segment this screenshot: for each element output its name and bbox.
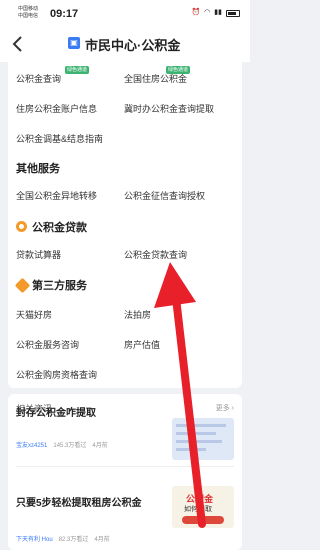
alarm-icon: ⏰ — [191, 9, 201, 16]
thumb-subtitle: 如何提取 — [184, 506, 212, 513]
service-property-valuation[interactable]: 房产估值 — [124, 338, 160, 351]
service-jishiban-query[interactable]: 冀时办公积金查询提取 — [124, 102, 214, 115]
service-consult[interactable]: 公积金服务咨询 — [16, 338, 79, 351]
app-logo-icon: ▣ — [68, 37, 80, 49]
status-icons: ⏰ ◠ ▮▮ — [191, 9, 240, 17]
news-time: 4月前 — [94, 537, 110, 543]
nav-bar: ▣ 市民中心·公积金 — [0, 26, 250, 62]
services-card: 公积金查询 绿色通道 全国住房公积金 绿色通道 住房公积金账户信息 冀时办公积金… — [8, 62, 242, 388]
service-adjust-guide[interactable]: 公积金调基&结息指南 — [16, 132, 103, 145]
battery-icon — [226, 9, 240, 17]
section-loan: 公积金贷款 — [32, 222, 87, 234]
section-other-services: 其他服务 — [16, 163, 60, 175]
news-author: 宝友xz4251 — [16, 443, 48, 449]
loan-icon — [16, 221, 27, 232]
service-loan-calculator[interactable]: 贷款试算器 — [16, 248, 61, 261]
carrier-2: 中国电信 — [18, 13, 39, 19]
news-item-1-thumbnail[interactable] — [172, 418, 234, 460]
more-label: 更多 — [215, 405, 230, 412]
service-remote-transfer[interactable]: 全国公积金异地转移 — [16, 189, 97, 202]
signal-icon: ▮▮ — [214, 9, 222, 16]
news-author: 下天有利 Hou — [16, 537, 53, 543]
carrier-info: 中国移动 中国电信 — [18, 6, 38, 20]
news-item-2-title[interactable]: 只要5步轻松提取租房公积金 — [16, 494, 142, 509]
section-third-party: 第三方服务 — [32, 280, 87, 292]
news-divider — [16, 466, 234, 467]
service-purchase-eligibility[interactable]: 公积金购房资格查询 — [16, 368, 97, 381]
wifi-icon: ◠ — [204, 9, 211, 16]
service-credit-auth[interactable]: 公积金征信查询授权 — [124, 189, 205, 202]
service-loan-query[interactable]: 公积金贷款查询 — [124, 248, 187, 261]
news-views: 82.3万看过 — [58, 537, 89, 543]
chevron-right-icon: › — [231, 405, 234, 412]
more-link[interactable]: 更多 › — [216, 403, 234, 413]
news-item-2-meta: 下天有利 Hou 82.3万看过 4月前 — [16, 534, 110, 543]
news-card: 相关资讯 更多 › 封存公积金咋提取 宝友xz4251 145.3万看过 4月前… — [8, 394, 242, 550]
service-label: 全国住房公积金 — [124, 74, 188, 84]
chevron-left-icon[interactable] — [10, 33, 26, 55]
third-party-icon — [14, 277, 31, 294]
clock: 09:17 — [50, 8, 79, 20]
green-channel-badge: 绿色通道 — [65, 66, 90, 74]
service-account-info[interactable]: 住房公积金账户信息 — [16, 102, 97, 115]
service-tmall-house[interactable]: 天猫好房 — [16, 308, 52, 321]
news-item-2-thumbnail[interactable]: 公积金 如何提取 — [172, 486, 234, 528]
news-views: 145.3万看过 — [53, 443, 87, 449]
service-auction-house[interactable]: 法拍房 — [124, 308, 151, 321]
page-title: 市民中心·公积金 — [85, 38, 181, 53]
thumb-pill — [182, 516, 224, 524]
service-housing-fund-query[interactable]: 公积金查询 — [16, 72, 61, 85]
news-item-1-meta: 宝友xz4251 145.3万看过 4月前 — [16, 440, 108, 449]
service-label: 公积金查询 — [16, 74, 62, 84]
green-channel-badge: 绿色通道 — [166, 66, 191, 74]
news-time: 4月前 — [92, 443, 108, 449]
news-item-1-title[interactable]: 封存公积金咋提取 — [16, 404, 96, 419]
status-bar: 中国移动 中国电信 09:17 ⏰ ◠ ▮▮ — [0, 0, 250, 26]
carrier-1: 中国移动 — [18, 6, 39, 12]
